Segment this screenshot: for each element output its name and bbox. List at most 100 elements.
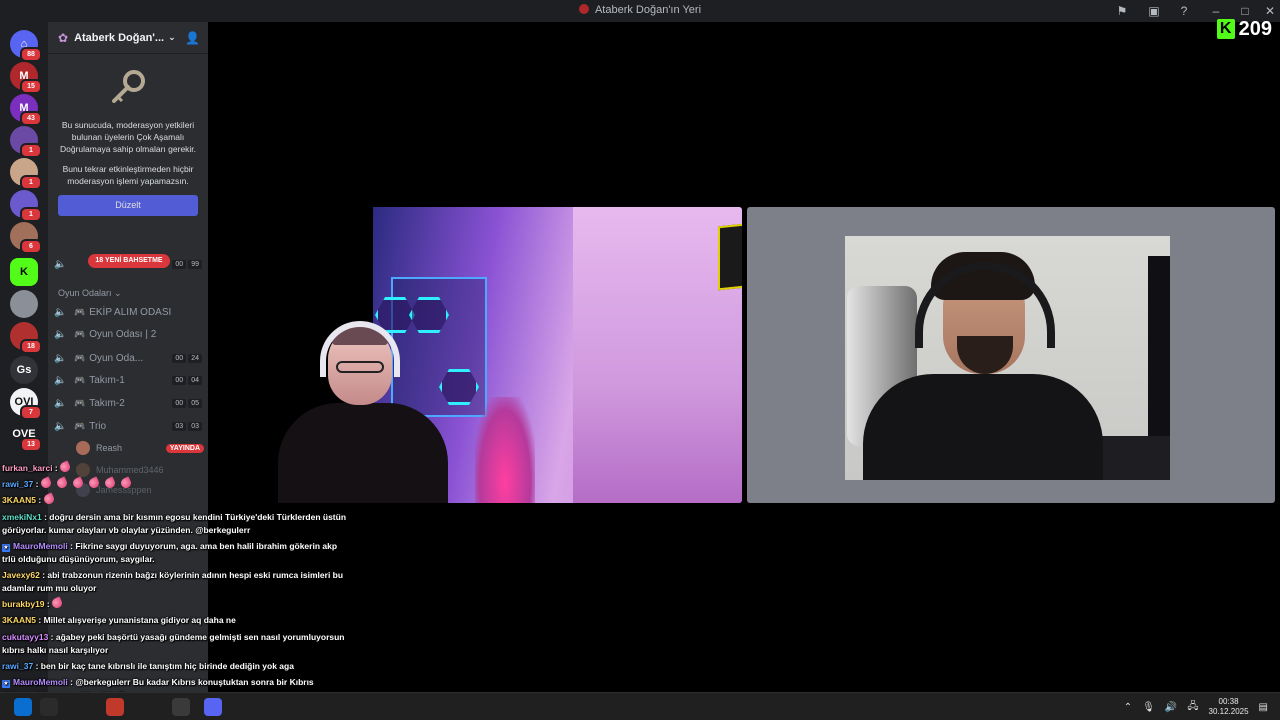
server-logo-icon (578, 4, 589, 14)
server-m-2-icon[interactable]: M 43 (10, 94, 42, 126)
fix-button[interactable]: Düzelt (58, 195, 198, 216)
chevron-up-icon[interactable]: ⌃ (1124, 702, 1132, 713)
chat-username[interactable]: 3KAAN5 (2, 495, 36, 505)
voice-channel[interactable]: 🔈 🎮 Oyun Odası | 2 (54, 324, 202, 344)
video-tile-streamer[interactable] (213, 207, 742, 503)
window-title: Ataberk Doğan'ın Yeri (0, 4, 1280, 16)
channel-counts: 00 04 (172, 375, 202, 385)
screen-share-icon[interactable]: ▣ (1146, 3, 1162, 19)
chat-username[interactable]: MauroMemoli (13, 677, 68, 687)
voice-channel-name: Trio (89, 420, 107, 432)
chat-message: 3KAAN5 : Millet alışverişe yunanistana g… (2, 615, 236, 626)
unread-badge: 13 (20, 437, 42, 452)
window-titlebar: Ataberk Doğan'ın Yeri ⚑ ▣ ? – □ ✕ (0, 0, 1280, 22)
microphone-icon[interactable]: 🎙 (1142, 702, 1155, 713)
app-icon[interactable] (172, 698, 190, 716)
server-header[interactable]: ✿ Ataberk Doğan'... ⌄ 👤 (48, 22, 208, 54)
wall-logo (718, 223, 742, 291)
server-gs-icon[interactable]: Gs (10, 356, 38, 384)
notice-text-1: Bu sunucuda, moderasyon yetkileri buluna… (59, 120, 197, 154)
category-game-rooms[interactable]: Oyun Odaları ⌄ (58, 288, 122, 299)
speaker-icon: 🔈 (54, 258, 67, 270)
chat-username[interactable]: Javexy62 (2, 570, 40, 580)
speaker-icon: 🔈 (54, 306, 67, 318)
voice-channel[interactable]: 🔈 🎮 Oyun Oda... 00 24 (54, 348, 202, 368)
channel-counts: 00 05 (172, 398, 202, 408)
neon-glow (475, 397, 535, 503)
server-8-icon[interactable] (10, 290, 38, 318)
channel-counts: 00 24 (172, 353, 202, 363)
gamepad-icon: 🎮 (74, 306, 86, 317)
volume-icon[interactable]: 🔊 (1165, 702, 1177, 713)
chat-username[interactable]: burakby19 (2, 599, 45, 609)
server-kick-icon[interactable]: K (10, 258, 38, 286)
browser-icon[interactable] (106, 698, 124, 716)
discord-icon[interactable] (204, 698, 222, 716)
server-6-icon[interactable]: 6 (10, 222, 42, 254)
notice-text-2: Bunu tekrar etkinleştirmeden hiçbir mode… (62, 164, 194, 186)
chat-username[interactable]: cukutayy13 (2, 632, 48, 642)
channel-counts: 00 99 (172, 259, 202, 269)
network-icon[interactable]: 🖧 (1187, 699, 1198, 716)
emote-icon (58, 460, 72, 474)
voice-channel[interactable]: 🔈 🎮 Takım-1 00 04 (54, 370, 202, 390)
chat-username[interactable]: xmekiNx1 (2, 512, 42, 522)
server-9-icon[interactable]: 18 (10, 322, 42, 354)
chat-text: abi trabzonun rizenin bağzı köylerinin a… (2, 569, 344, 593)
server-ove-icon[interactable]: OVE 13 (10, 420, 42, 452)
minimize-icon[interactable]: – (1208, 3, 1224, 19)
gamepad-icon: 🎮 (74, 352, 86, 363)
inbox-flag-icon[interactable]: ⚑ (1114, 3, 1130, 19)
notification-icon[interactable]: ▤ (1259, 702, 1268, 713)
unread-badge: 1 (20, 175, 42, 190)
search-icon[interactable] (40, 698, 58, 716)
invite-people-icon[interactable]: 👤 (185, 31, 200, 45)
chat-username[interactable]: rawi_37 (2, 479, 33, 489)
voice-channel[interactable]: 🔈 🎮 Takım-2 00 05 (54, 393, 202, 413)
server-3-icon[interactable]: 1 (10, 126, 42, 158)
chat-username[interactable]: 3KAAN5 (2, 615, 36, 625)
server-4-icon[interactable]: 1 (10, 158, 42, 190)
chat-username[interactable]: furkan_karci (2, 463, 53, 473)
emote-icon (71, 476, 85, 490)
chevron-down-icon: ⌄ (168, 32, 176, 42)
chat-message: rawi_37 : (2, 476, 348, 491)
unread-badge: 88 (20, 47, 42, 62)
chat-message: xmekiNx1 : doğru dersin ama bir kısmın e… (2, 511, 347, 535)
speaker-icon: 🔈 (54, 374, 67, 386)
chat-message: cukutayy13 : ağabey peki başörtü yasağı … (2, 631, 345, 655)
chat-username[interactable]: rawi_37 (2, 661, 33, 671)
emote-icon (103, 476, 117, 490)
unread-badge: 1 (20, 143, 42, 158)
gamepad-icon: 🎮 (74, 374, 86, 385)
start-icon[interactable] (14, 698, 32, 716)
unread-badge: 15 (20, 79, 42, 94)
new-mentions-pill[interactable]: 18 YENİ BAHSETME (88, 254, 170, 268)
viewer-count: 209 (1238, 17, 1272, 40)
server-m-1-icon[interactable]: M 15 (10, 62, 42, 94)
taskbar: ⌃ 🎙 🔊 🖧 00:38 30.12.2025 ▤ (0, 692, 1280, 720)
clock[interactable]: 00:38 30.12.2025 (1209, 697, 1249, 717)
help-icon[interactable]: ? (1176, 3, 1192, 19)
subscriber-badge-icon: ★ (2, 543, 10, 552)
speaker-icon: 🔈 (54, 328, 67, 340)
voice-user[interactable]: Reash YAYINDA (76, 440, 204, 456)
chat-message: 3KAAN5 : (2, 492, 348, 507)
subscriber-badge-icon: ★ (2, 679, 10, 688)
emote-icon (119, 476, 133, 490)
chat-username[interactable]: MauroMemoli (13, 541, 68, 551)
discord-home-icon[interactable]: ⌂ 88 (10, 30, 42, 62)
voice-channel[interactable]: 🔈 🎮 Trio 03 03 (54, 416, 202, 436)
guest-camera (845, 236, 1170, 480)
unread-badge: 7 (20, 405, 42, 420)
voice-channel[interactable]: 🔈 🎮 EKİP ALIM ODASI (54, 302, 202, 322)
live-badge: YAYINDA (165, 443, 204, 453)
video-tile-guest[interactable] (747, 207, 1275, 503)
mfa-notice: Bu sunucuda, moderasyon yetkileri buluna… (48, 54, 208, 216)
room-wall (573, 207, 742, 503)
voice-channel-name: Takım-2 (89, 397, 125, 409)
server-ovi-icon[interactable]: OVI 7 (10, 388, 42, 420)
chat-text: doğru dersin ama bir kısmın egosu kendin… (2, 511, 347, 535)
server-5-icon[interactable]: 1 (10, 190, 42, 222)
chat-message: furkan_karci : (2, 460, 348, 475)
